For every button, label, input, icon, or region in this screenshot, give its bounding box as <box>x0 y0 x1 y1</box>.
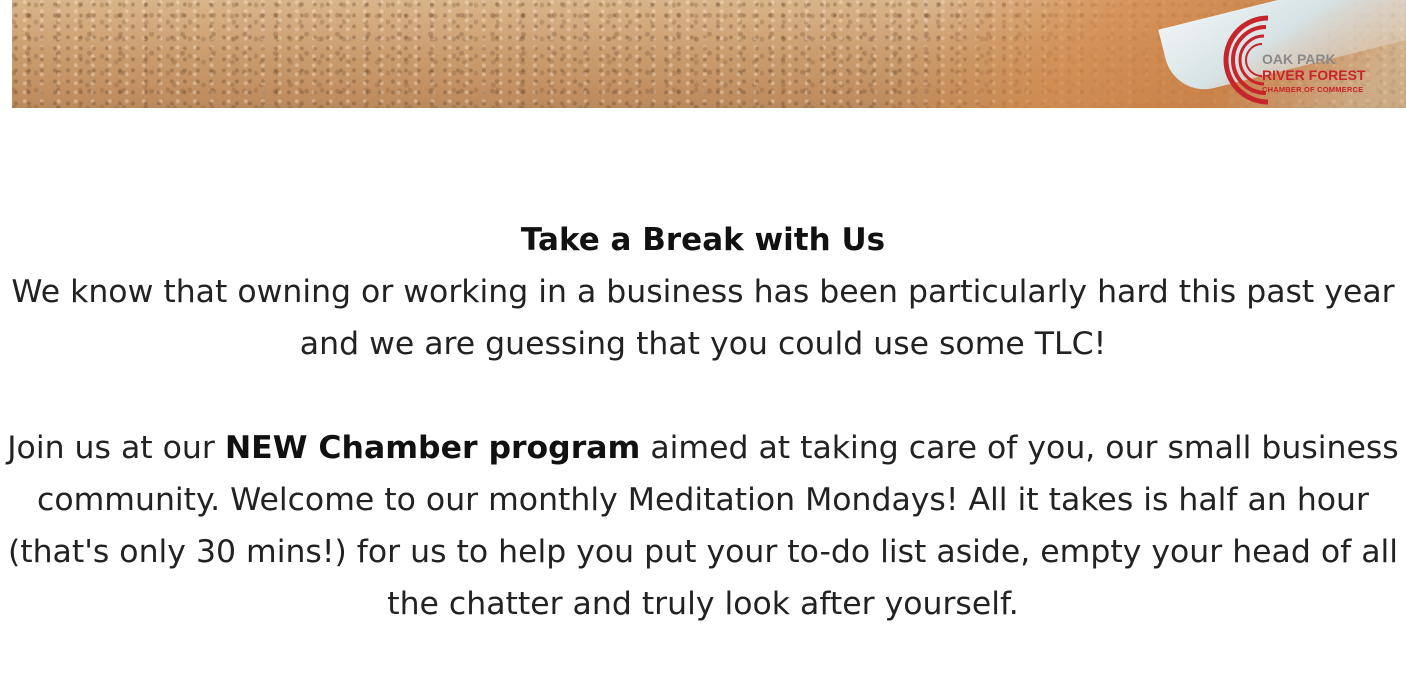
page-title: Take a Break with Us <box>520 222 886 258</box>
chamber-logo: OAK PARK RIVER FOREST CHAMBER OF COMMERC… <box>1206 10 1406 106</box>
main-content: Take a Break with Us We know that owning… <box>0 214 1406 630</box>
program-text-before: Join us at our <box>7 430 225 466</box>
logo-text-river-forest: RIVER FOREST <box>1262 67 1366 83</box>
program-name-highlight: NEW Chamber program <box>224 430 641 466</box>
beach-banner-image: OAK PARK RIVER FOREST CHAMBER OF COMMERC… <box>12 0 1406 108</box>
page: OAK PARK RIVER FOREST CHAMBER OF COMMERC… <box>0 0 1406 691</box>
logo-text-oak-park: OAK PARK <box>1262 51 1336 67</box>
intro-paragraph: We know that owning or working in a busi… <box>11 274 1395 362</box>
logo-text-chamber: CHAMBER OF COMMERCE <box>1262 85 1364 94</box>
program-paragraph: Join us at our NEW Chamber program aimed… <box>0 422 1406 630</box>
